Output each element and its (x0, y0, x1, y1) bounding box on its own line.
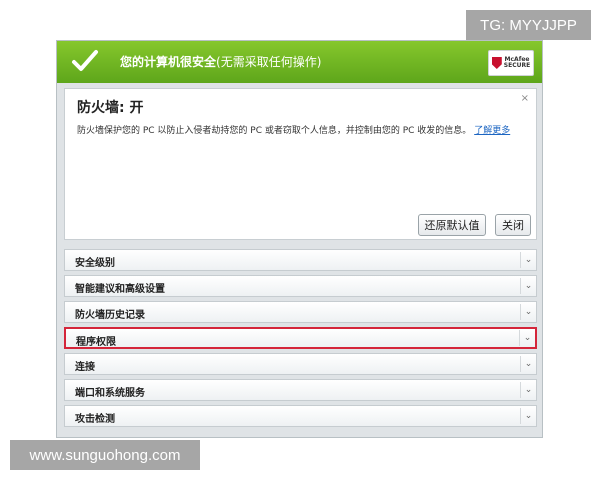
section-security-level[interactable]: 安全级别 ⌄ (64, 249, 537, 271)
check-icon (72, 50, 98, 71)
mcafee-logo: McAfee SECURE (488, 50, 534, 76)
section-firewall-history[interactable]: 防火墙历史记录 ⌄ (64, 301, 537, 323)
learn-more-link[interactable]: 了解更多 (474, 126, 510, 136)
chevron-down-icon: ⌄ (519, 330, 535, 346)
chevron-down-icon: ⌄ (520, 356, 536, 372)
firewall-panel: 防火墙: 开 × 防火墙保护您的 PC 以防止入侵者劫持您的 PC 或者窃取个人… (64, 88, 537, 240)
firewall-window: 您的计算机很安全(无需采取任何操作) McAfee SECURE 防火墙: 开 … (56, 40, 543, 438)
section-smart-advice[interactable]: 智能建议和高级设置 ⌄ (64, 275, 537, 297)
close-button[interactable]: 关闭 (495, 214, 531, 236)
chevron-down-icon: ⌄ (520, 278, 536, 294)
section-intrusion-detection[interactable]: 攻击检测 ⌄ (64, 405, 537, 427)
status-banner: 您的计算机很安全(无需采取任何操作) McAfee SECURE (57, 41, 542, 83)
section-program-permissions[interactable]: 程序权限 ⌄ (64, 327, 537, 349)
chevron-down-icon: ⌄ (520, 252, 536, 268)
section-ports-services[interactable]: 端口和系统服务 ⌄ (64, 379, 537, 401)
chevron-down-icon: ⌄ (520, 382, 536, 398)
chevron-down-icon: ⌄ (520, 304, 536, 320)
chevron-down-icon: ⌄ (520, 408, 536, 424)
firewall-description: 防火墙保护您的 PC 以防止入侵者劫持您的 PC 或者窃取个人信息，并控制由您的… (77, 126, 511, 136)
close-icon[interactable]: × (521, 93, 529, 104)
watermark-tg: TG: MYYJJPP (466, 10, 591, 40)
firewall-title: 防火墙: 开 (77, 100, 144, 116)
watermark-site: www.sunguohong.com (10, 440, 200, 470)
section-connections[interactable]: 连接 ⌄ (64, 353, 537, 375)
status-text: 您的计算机很安全(无需采取任何操作) (120, 55, 322, 69)
mcafee-shield-icon (491, 57, 502, 69)
restore-defaults-button[interactable]: 还原默认值 (418, 214, 486, 236)
